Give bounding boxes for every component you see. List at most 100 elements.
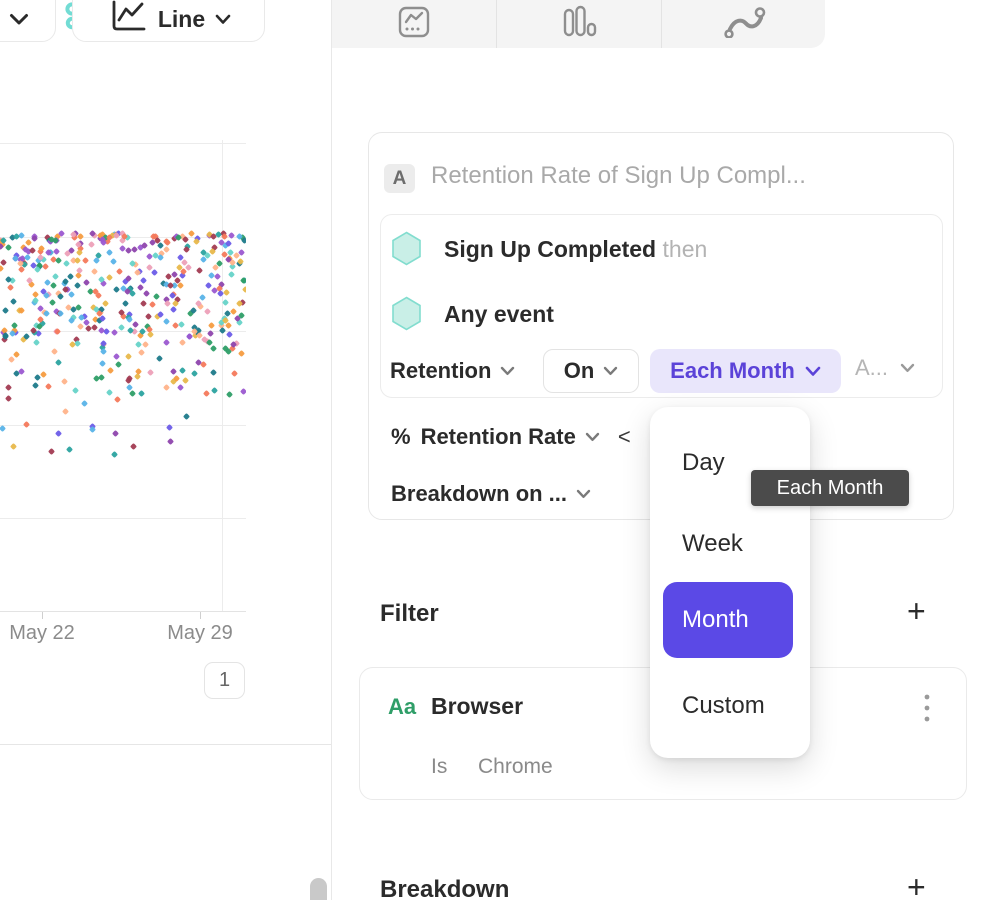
scatter-point: [121, 300, 128, 307]
scatter-point: [134, 269, 141, 276]
scatter-point: [125, 275, 132, 282]
menu-item-month-selected[interactable]: Month: [663, 582, 793, 658]
scatter-point: [164, 300, 171, 307]
scatter-point: [55, 430, 62, 437]
query-title[interactable]: Retention Rate of Sign Up Compl...: [431, 162, 806, 190]
scatter-point: [163, 384, 170, 391]
scatter-point: [147, 331, 154, 338]
event-name: Any event: [444, 301, 554, 327]
retention-scatter-chart[interactable]: [0, 140, 246, 612]
retention-metric-label: Retention: [390, 358, 491, 384]
menu-item-custom[interactable]: Custom: [682, 692, 765, 720]
add-filter-button[interactable]: +: [907, 598, 926, 624]
scatter-point: [33, 339, 40, 346]
scatter-point: [153, 293, 160, 300]
breakdown-section-title: Breakdown: [380, 876, 509, 900]
line-chart-icon: [106, 0, 148, 40]
scatter-point: [145, 313, 152, 320]
event-step-2[interactable]: Any event: [444, 301, 554, 328]
scatter-point: [210, 345, 217, 352]
tab-line-chart[interactable]: [332, 0, 496, 48]
retention-rate-dropdown[interactable]: Retention Rate: [421, 424, 600, 450]
page-number: 1: [219, 669, 230, 692]
retention-rate-label: Retention Rate: [421, 424, 576, 450]
scatter-point: [113, 286, 120, 293]
scatter-point: [52, 273, 59, 280]
percent-symbol: %: [391, 424, 411, 450]
kebab-menu-icon[interactable]: [919, 690, 935, 731]
menu-item-week[interactable]: Week: [682, 530, 743, 558]
scatter-point: [242, 286, 246, 293]
truncated-dropdown[interactable]: A...: [855, 355, 915, 381]
scatter-point: [63, 260, 70, 267]
scatter-point: [5, 395, 12, 402]
window-stepper-prev[interactable]: <: [618, 424, 631, 450]
scatter-point: [99, 360, 106, 367]
scatter-point: [1, 307, 8, 314]
scatter-point: [40, 371, 47, 378]
scatter-point: [102, 300, 109, 307]
scatter-point: [74, 257, 81, 264]
scatter-point: [138, 349, 145, 356]
scatter-point: [62, 408, 69, 415]
tab-bar-chart[interactable]: [497, 0, 661, 48]
breakdown-on-dropdown[interactable]: Breakdown on ...: [391, 481, 591, 507]
scatter-point: [156, 355, 163, 362]
x-axis-tick: [200, 612, 201, 619]
scatter-point: [238, 248, 245, 255]
chevron-down-icon: [9, 13, 29, 26]
scatter-point: [240, 388, 246, 395]
scatter-point: [49, 299, 56, 306]
event-step-1[interactable]: Sign Up Completed then: [444, 236, 707, 263]
scatter-point: [210, 369, 217, 376]
scatter-point: [107, 367, 114, 374]
retention-metric-dropdown[interactable]: Retention: [390, 358, 515, 384]
scatter-point: [2, 332, 9, 339]
truncated-label: A...: [855, 355, 888, 381]
measure-row: % Retention Rate <: [391, 424, 631, 450]
panel-divider: [331, 0, 332, 900]
scatter-point: [130, 443, 137, 450]
scatter-point: [163, 318, 170, 325]
add-breakdown-button[interactable]: +: [907, 874, 926, 900]
tooltip-text: Each Month: [777, 477, 884, 500]
chart-type-button[interactable]: Line: [72, 0, 265, 42]
scatter-point: [190, 306, 197, 313]
chevron-down-icon: [576, 489, 591, 499]
scatter-point: [42, 263, 49, 270]
interval-dropdown-button[interactable]: Each Month: [650, 349, 841, 393]
app-root: Line May 22 May 29 1 A: [0, 0, 982, 900]
pagination-page-button[interactable]: 1: [204, 662, 245, 699]
chevron-down-icon: [585, 432, 600, 442]
collapsed-dropdown-button[interactable]: [0, 0, 56, 42]
scatter-point: [32, 382, 39, 389]
scatter-point: [110, 258, 117, 265]
h-gridline: [0, 143, 246, 144]
scatter-point: [69, 341, 76, 348]
on-dropdown-button[interactable]: On: [543, 349, 639, 393]
h-gridline: [0, 425, 246, 426]
scatter-point: [166, 424, 173, 431]
scrollbar-thumb[interactable]: [310, 878, 327, 900]
scatter-point: [142, 341, 149, 348]
scatter-point: [140, 299, 147, 306]
scatter-point: [66, 446, 73, 453]
filter-property-name[interactable]: Browser: [431, 693, 523, 720]
scatter-point: [111, 451, 118, 458]
chevron-down-icon: [500, 366, 515, 376]
tab-flow[interactable]: [662, 0, 826, 48]
scatter-point: [185, 264, 192, 271]
scatter-point: [0, 425, 6, 432]
scatter-point: [106, 274, 113, 281]
scatter-point: [226, 391, 233, 398]
scatter-point: [11, 322, 18, 329]
scatter-point: [177, 384, 184, 391]
scatter-point: [219, 327, 226, 334]
filter-operator[interactable]: Is: [431, 755, 447, 779]
scatter-point: [183, 412, 190, 419]
menu-item-day[interactable]: Day: [682, 449, 725, 477]
filter-value[interactable]: Chrome: [478, 755, 553, 779]
x-axis-label: May 29: [155, 622, 245, 645]
scatter-point: [18, 307, 25, 314]
scatter-point: [142, 290, 149, 297]
